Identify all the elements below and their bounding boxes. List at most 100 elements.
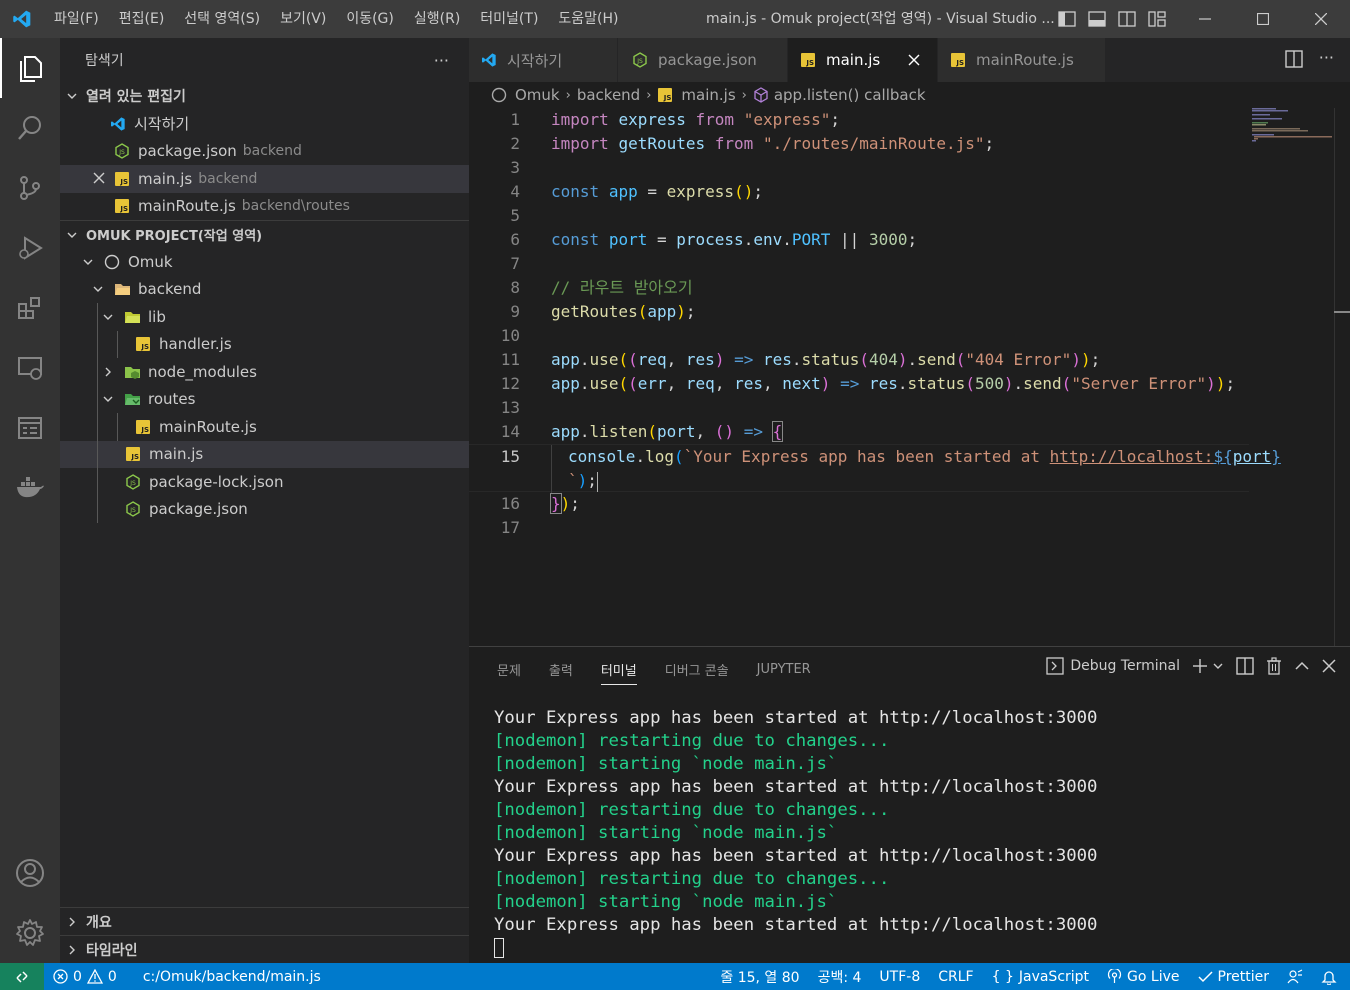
breadcrumb-item[interactable]: Omuk xyxy=(515,86,560,104)
menu-edit[interactable]: 편집(E) xyxy=(109,0,175,38)
terminal-line: Your Express app has been started at htt… xyxy=(494,915,1098,935)
tree-item-label: handler.js xyxy=(159,335,232,354)
tree-file-package[interactable]: JS package.json xyxy=(60,495,469,523)
minimize-icon[interactable] xyxy=(1176,0,1234,38)
customize-layout-icon[interactable] xyxy=(1146,8,1168,30)
tree-file-main[interactable]: JS main.js xyxy=(60,440,469,468)
open-editor-item[interactable]: JS package.json backend xyxy=(60,138,469,166)
menu-file[interactable]: 파일(F) xyxy=(44,0,109,38)
toggle-secondary-sidebar-icon[interactable] xyxy=(1116,8,1138,30)
cursor-position[interactable]: 줄 15, 열 80 xyxy=(711,963,808,990)
debug-terminal-select[interactable]: Debug Terminal xyxy=(1046,657,1180,675)
more-actions-icon[interactable]: ··· xyxy=(1319,50,1334,72)
terminal-line: [nodemon] starting `node main.js` xyxy=(494,754,838,774)
accounts-icon[interactable] xyxy=(0,843,60,903)
workspace-header[interactable]: OMUK PROJECT(작업 영역) xyxy=(60,220,469,248)
tab-problems[interactable]: 문제 xyxy=(486,647,532,691)
settings-gear-icon[interactable] xyxy=(0,903,60,963)
tab-jupyter[interactable]: JUPYTER xyxy=(746,647,822,691)
editor-scrollbar[interactable] xyxy=(1334,108,1350,646)
menu-view[interactable]: 보기(V) xyxy=(270,0,336,38)
code-token: use xyxy=(589,374,619,393)
timeline-section[interactable]: 타임라인 xyxy=(60,935,469,964)
go-live-button[interactable]: Go Live xyxy=(1098,963,1188,990)
more-actions-icon[interactable]: ··· xyxy=(434,51,449,70)
prettier-button[interactable]: Prettier xyxy=(1189,963,1279,990)
docker-icon[interactable] xyxy=(0,458,60,518)
outline-section[interactable]: 개요 xyxy=(60,907,469,936)
menu-run[interactable]: 실행(R) xyxy=(404,0,470,38)
open-editors-header[interactable]: 열려 있는 편집기 xyxy=(60,82,469,110)
menu-go[interactable]: 이동(G) xyxy=(336,0,404,38)
breadcrumb-item[interactable]: main.js xyxy=(681,86,735,104)
tree-item-label: lib xyxy=(148,307,166,326)
split-editor-icon[interactable] xyxy=(1285,50,1303,72)
maximize-panel-icon[interactable] xyxy=(1294,658,1310,674)
search-icon[interactable] xyxy=(0,98,60,158)
maximize-icon[interactable] xyxy=(1234,0,1292,38)
tree-file-package-lock[interactable]: JS package-lock.json xyxy=(60,468,469,496)
terminal-line: Your Express app has been started at htt… xyxy=(494,777,1098,797)
js-icon: JS xyxy=(135,419,151,435)
close-tab-icon[interactable] xyxy=(906,52,922,68)
remote-explorer-icon[interactable] xyxy=(0,338,60,398)
tab-terminal[interactable]: 터미널 xyxy=(590,647,648,691)
toggle-sidebar-icon[interactable] xyxy=(1056,8,1078,30)
vscode-icon xyxy=(481,52,497,68)
open-editor-item[interactable]: JS mainRoute.js backend\routes xyxy=(60,193,469,221)
feedback-icon[interactable] xyxy=(1278,963,1312,990)
close-panel-icon[interactable] xyxy=(1322,659,1336,673)
tree-folder-lib[interactable]: lib xyxy=(60,303,469,331)
language-mode[interactable]: { } JavaScript xyxy=(983,963,1098,990)
tab-package-json[interactable]: JS package.json xyxy=(618,38,788,82)
split-terminal-icon[interactable] xyxy=(1236,657,1254,675)
trash-icon[interactable] xyxy=(1266,657,1282,675)
tab-mainroute-js[interactable]: JS mainRoute.js xyxy=(938,38,1106,82)
code-token: ` xyxy=(568,471,578,490)
nodejs-icon: JS xyxy=(125,501,141,518)
breadcrumb-item[interactable]: app.listen() callback xyxy=(774,86,926,104)
code-token: use xyxy=(589,350,619,369)
explorer-sidebar: 탐색기 ··· 열려 있는 편집기 시작하기 JS package.json b… xyxy=(60,38,469,963)
open-editor-item[interactable]: 시작하기 xyxy=(60,110,469,138)
problems-indicator[interactable]: 0 0 xyxy=(44,963,126,990)
extensions-icon[interactable] xyxy=(0,278,60,338)
notifications-bell-icon[interactable] xyxy=(1312,963,1346,990)
breadcrumb-item[interactable]: backend xyxy=(577,86,640,104)
tab-welcome[interactable]: 시작하기 xyxy=(469,38,618,82)
code-token: `Your Express app has been started at xyxy=(683,447,1050,466)
toggle-panel-icon[interactable] xyxy=(1086,8,1108,30)
project-manager-icon[interactable] xyxy=(0,398,60,458)
source-control-icon[interactable] xyxy=(0,158,60,218)
tree-folder-node-modules[interactable]: node_modules xyxy=(60,358,469,386)
minimap[interactable] xyxy=(1252,108,1332,148)
tab-debug-console[interactable]: 디버그 콘솔 xyxy=(654,647,740,691)
tab-output[interactable]: 출력 xyxy=(538,647,584,691)
indentation[interactable]: 공백: 4 xyxy=(809,963,871,990)
close-icon[interactable] xyxy=(93,172,107,186)
tab-main-js[interactable]: JS main.js xyxy=(788,38,938,82)
menu-terminal[interactable]: 터미널(T) xyxy=(470,0,548,38)
tree-file-mainroute[interactable]: JS mainRoute.js xyxy=(60,413,469,441)
open-editor-item[interactable]: JS main.js backend xyxy=(60,165,469,193)
tree-folder-omuk[interactable]: Omuk xyxy=(60,248,469,276)
encoding[interactable]: UTF-8 xyxy=(870,963,929,990)
menu-selection[interactable]: 선택 영역(S) xyxy=(174,0,270,38)
tree-file-handler[interactable]: JS handler.js xyxy=(60,330,469,358)
menu-help[interactable]: 도움말(H) xyxy=(548,0,628,38)
chevron-down-icon[interactable] xyxy=(1212,660,1224,672)
tree-folder-routes[interactable]: routes xyxy=(60,385,469,413)
run-debug-icon[interactable] xyxy=(0,218,60,278)
code-editor[interactable]: 1 import express from "express"; 2 import … xyxy=(469,108,1350,646)
close-window-icon[interactable] xyxy=(1292,0,1350,38)
terminal-output[interactable]: Your Express app has been started at htt… xyxy=(494,707,1097,960)
line-number: 10 xyxy=(500,326,520,345)
code-line: 4 const app = express(); xyxy=(469,180,1249,204)
new-terminal-icon[interactable] xyxy=(1192,658,1208,674)
file-path[interactable]: c:/Omuk/backend/main.js xyxy=(134,963,330,990)
explorer-icon[interactable] xyxy=(0,38,60,98)
tree-folder-backend[interactable]: backend xyxy=(60,276,469,304)
language-label: JavaScript xyxy=(1018,968,1090,985)
remote-indicator-icon[interactable] xyxy=(0,963,44,990)
end-of-line[interactable]: CRLF xyxy=(929,963,982,990)
